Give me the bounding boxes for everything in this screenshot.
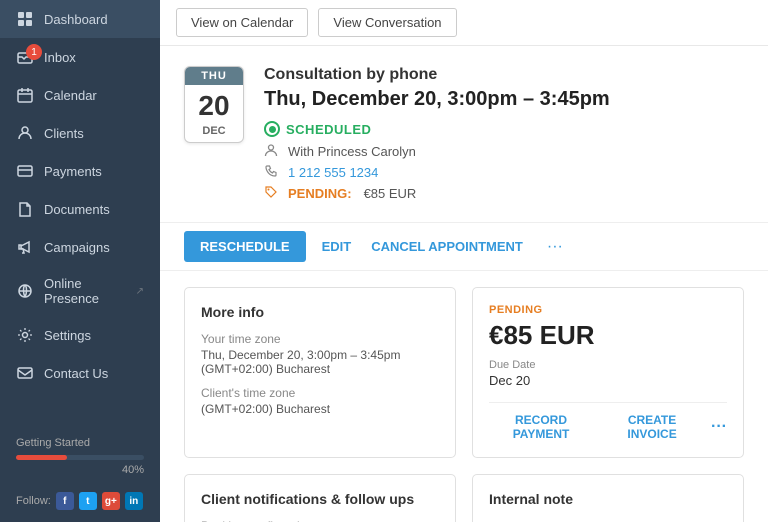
with-label: With Princess Carolyn — [288, 144, 416, 159]
megaphone-icon — [16, 238, 34, 256]
client-tz-label: Client's time zone — [201, 386, 439, 400]
appointment-time: Thu, December 20, 3:00pm – 3:45pm — [264, 88, 744, 111]
sidebar-item-campaigns[interactable]: Campaigns — [0, 228, 160, 266]
phone-row: 1 212 555 1234 — [264, 164, 744, 181]
googleplus-icon[interactable]: g+ — [102, 492, 120, 510]
more-info-title: More info — [201, 304, 439, 320]
status-dot-icon — [264, 121, 280, 137]
progress-percent: 40% — [16, 464, 144, 476]
linkedin-icon[interactable]: in — [125, 492, 143, 510]
sidebar-item-online-presence[interactable]: Online Presence ↗ — [0, 266, 160, 316]
sidebar-item-settings[interactable]: Settings — [0, 316, 160, 354]
sidebar-bottom: Getting Started 40% Follow: f t g+ in — [0, 425, 160, 522]
progress-bar-fill — [16, 455, 67, 460]
sidebar-label-inbox: Inbox — [44, 50, 76, 65]
main-content: View on Calendar View Conversation THU 2… — [160, 0, 768, 522]
sidebar-item-contact-us[interactable]: Contact Us — [0, 354, 160, 392]
notifications-card: Client notifications & follow ups Bookin… — [184, 474, 456, 522]
inbox-badge: 1 — [26, 44, 42, 60]
sidebar-label-settings: Settings — [44, 328, 91, 343]
sidebar-label-calendar: Calendar — [44, 88, 97, 103]
pending-card: PENDING €85 EUR Due Date Dec 20 RECORD P… — [472, 287, 744, 458]
cal-day-num: 20 — [185, 85, 243, 125]
appointment-title: Consultation by phone — [264, 66, 744, 84]
person-small-icon — [264, 143, 280, 160]
view-calendar-button[interactable]: View on Calendar — [176, 8, 308, 37]
grid-icon — [16, 10, 34, 28]
follow-label: Follow: — [16, 495, 51, 507]
file-icon — [16, 200, 34, 218]
tag-icon — [264, 185, 280, 202]
your-tz-value: Thu, December 20, 3:00pm – 3:45pm (GMT+0… — [201, 348, 439, 376]
sidebar-label-clients: Clients — [44, 126, 84, 141]
status-text: SCHEDULED — [286, 122, 371, 137]
your-tz-label: Your time zone — [201, 332, 439, 346]
internal-note-card: Internal note ADD NOTE — [472, 474, 744, 522]
envelope-icon — [16, 364, 34, 382]
create-invoice-button[interactable]: CREATE INVOICE — [605, 413, 699, 441]
cards-grid: More info Your time zone Thu, December 2… — [160, 271, 768, 522]
due-label: Due Date — [489, 359, 727, 371]
sidebar-item-calendar[interactable]: Calendar — [0, 76, 160, 114]
pending-card-amount: €85 EUR — [489, 320, 727, 351]
sidebar-item-documents[interactable]: Documents — [0, 190, 160, 228]
more-info-card: More info Your time zone Thu, December 2… — [184, 287, 456, 458]
pending-tag-label: PENDING: — [288, 186, 352, 201]
progress-bar-bg — [16, 455, 144, 460]
pending-status-label: PENDING — [489, 304, 727, 316]
cancel-appointment-button[interactable]: CANCEL APPOINTMENT — [367, 231, 527, 262]
person-icon — [16, 124, 34, 142]
globe-icon — [16, 282, 34, 300]
pending-row: PENDING: €85 EUR — [264, 185, 744, 202]
action-bar: RESCHEDULE EDIT CANCEL APPOINTMENT ··· — [160, 223, 768, 271]
sidebar: Dashboard 1 Inbox Calendar — [0, 0, 160, 522]
sidebar-label-online-presence: Online Presence — [44, 276, 126, 306]
sidebar-label-campaigns: Campaigns — [44, 240, 110, 255]
pending-amount: €85 EUR — [364, 186, 417, 201]
view-conversation-button[interactable]: View Conversation — [318, 8, 456, 37]
content-area: THU 20 DEC Consultation by phone Thu, De… — [160, 46, 768, 522]
record-payment-button[interactable]: RECORD PAYMENT — [489, 413, 593, 441]
phone-icon — [264, 164, 280, 181]
with-row: With Princess Carolyn — [264, 143, 744, 160]
cal-day-abbr: THU — [185, 67, 243, 85]
appointment-header: THU 20 DEC Consultation by phone Thu, De… — [160, 46, 768, 223]
sidebar-item-payments[interactable]: Payments — [0, 152, 160, 190]
credit-card-icon — [16, 162, 34, 180]
pending-more-button[interactable]: ··· — [711, 418, 727, 436]
reschedule-button[interactable]: RESCHEDULE — [184, 231, 306, 262]
internal-note-title: Internal note — [489, 491, 727, 507]
twitter-icon[interactable]: t — [79, 492, 97, 510]
status-row: SCHEDULED — [264, 121, 744, 137]
sidebar-item-dashboard[interactable]: Dashboard — [0, 0, 160, 38]
facebook-icon[interactable]: f — [56, 492, 74, 510]
edit-button[interactable]: EDIT — [318, 231, 356, 262]
phone-link[interactable]: 1 212 555 1234 — [288, 165, 378, 180]
sidebar-label-dashboard: Dashboard — [44, 12, 108, 27]
sidebar-label-documents: Documents — [44, 202, 110, 217]
client-tz-value: (GMT+02:00) Bucharest — [201, 402, 439, 416]
sidebar-label-contact-us: Contact Us — [44, 366, 108, 381]
calendar-icon — [16, 86, 34, 104]
notifications-title: Client notifications & follow ups — [201, 491, 439, 507]
calendar-date-icon: THU 20 DEC — [184, 66, 244, 143]
more-actions-button[interactable]: ··· — [539, 234, 571, 260]
sidebar-item-inbox[interactable]: 1 Inbox — [0, 38, 160, 76]
external-link-icon: ↗ — [136, 286, 144, 297]
sidebar-item-clients[interactable]: Clients — [0, 114, 160, 152]
top-bar: View on Calendar View Conversation — [160, 0, 768, 46]
due-value: Dec 20 — [489, 373, 727, 388]
cal-month-abbr: DEC — [185, 125, 243, 142]
appointment-details: Consultation by phone Thu, December 20, … — [264, 66, 744, 206]
gear-icon — [16, 326, 34, 344]
pending-card-actions: RECORD PAYMENT CREATE INVOICE ··· — [489, 402, 727, 441]
sidebar-label-payments: Payments — [44, 164, 102, 179]
getting-started-label: Getting Started 40% — [0, 425, 160, 488]
follow-row: Follow: f t g+ in — [0, 488, 160, 522]
